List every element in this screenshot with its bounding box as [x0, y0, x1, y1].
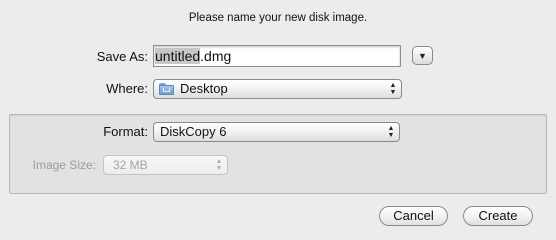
- where-label: Where:: [106, 81, 148, 96]
- where-value: Desktop: [180, 81, 228, 96]
- image-size-popup[interactable]: 32 MB ▲ ▼: [103, 155, 228, 175]
- format-label: Format:: [103, 124, 148, 139]
- up-down-arrows-icon: ▲ ▼: [215, 158, 223, 172]
- dialog-prompt: Please name your new disk image.: [188, 12, 368, 24]
- cancel-button[interactable]: Cancel: [379, 206, 448, 226]
- create-button[interactable]: Create: [463, 206, 533, 226]
- where-popup[interactable]: Desktop ▲ ▼: [153, 79, 402, 99]
- save-as-extension-text: .dmg: [200, 48, 232, 64]
- format-value: DiskCopy 6: [160, 124, 227, 139]
- save-as-selected-text: untitled: [155, 48, 201, 64]
- save-as-field[interactable]: untitled.dmg: [153, 45, 401, 67]
- triangle-down-icon: ▼: [418, 50, 427, 61]
- up-down-arrows-icon: ▲ ▼: [389, 82, 397, 96]
- image-size-value: 32 MB: [113, 158, 148, 172]
- up-down-arrows-icon: ▲ ▼: [387, 125, 395, 139]
- save-as-label: Save As:: [96, 49, 148, 64]
- folder-icon: [159, 83, 175, 95]
- expand-browser-button[interactable]: ▼: [412, 46, 433, 65]
- format-popup[interactable]: DiskCopy 6 ▲ ▼: [153, 122, 400, 142]
- image-size-label: Image Size:: [32, 158, 96, 172]
